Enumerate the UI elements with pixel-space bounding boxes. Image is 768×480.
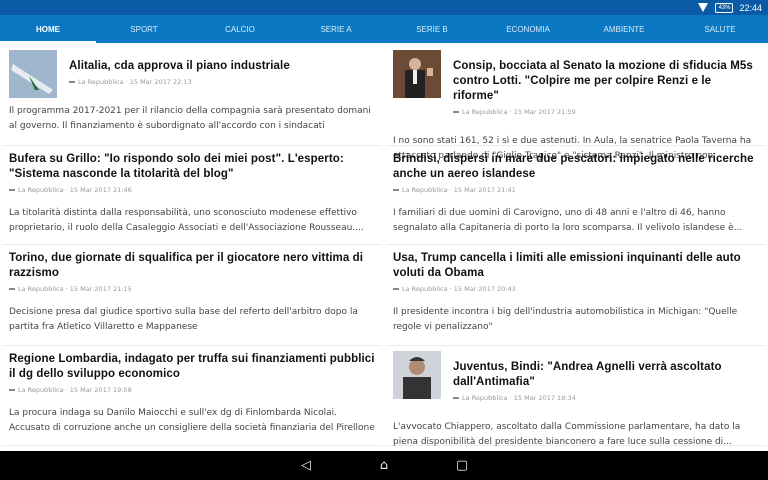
article-title[interactable]: Regione Lombardia, indagato per truffa s… bbox=[9, 352, 375, 382]
article-snippet: La procura indaga su Danilo Maiocchi e s… bbox=[9, 408, 375, 433]
category-tabs: HOME SPORT CALCIO SERIE A SERIE B ECONOMIA AMB… bbox=[0, 15, 768, 43]
article-source: La Repubblica · 15 Mar 2017 21:46 bbox=[18, 186, 132, 194]
article-title[interactable]: Brindisi, dispersi in mare due pescatori… bbox=[393, 152, 759, 182]
source-logo-icon bbox=[69, 81, 75, 83]
article-source: La Repubblica · 15 Mar 2017 20:43 bbox=[402, 285, 516, 293]
article-snippet: Il presidente incontra i big dell'indust… bbox=[393, 307, 738, 332]
source-logo-icon bbox=[453, 111, 459, 113]
status-bar: 43% 22:44 bbox=[0, 0, 768, 15]
article-snippet: L'avvocato Chiappero, ascoltato dalla Co… bbox=[393, 422, 741, 447]
source-logo-icon bbox=[9, 389, 15, 391]
article-source: La Repubblica · 15 Mar 2017 19:58 bbox=[18, 386, 132, 394]
article-card[interactable]: Consip, bocciata al Senato la mozione di… bbox=[386, 45, 766, 161]
battery-icon: 43% bbox=[715, 2, 734, 13]
article-snippet: Il programma 2017-2021 per il rilancio d… bbox=[9, 106, 371, 131]
tab-salute[interactable]: SALUTE bbox=[672, 15, 768, 43]
article-title[interactable]: Juventus, Bindi: "Andrea Agnelli verrà a… bbox=[453, 360, 759, 390]
source-logo-icon bbox=[453, 397, 459, 399]
tab-home[interactable]: HOME bbox=[0, 15, 96, 43]
recents-button[interactable]: ▢ bbox=[452, 458, 472, 473]
article-title[interactable]: Usa, Trump cancella i limiti alle emissi… bbox=[393, 251, 759, 281]
source-logo-icon bbox=[9, 288, 15, 290]
navigation-bar: ◁ ⌂ ▢ bbox=[0, 451, 768, 480]
article-card[interactable]: Usa, Trump cancella i limiti alle emissi… bbox=[386, 245, 766, 346]
source-logo-icon bbox=[9, 189, 15, 191]
source-logo-icon bbox=[393, 288, 399, 290]
article-snippet: I familiari di due uomini di Carovigno, … bbox=[393, 208, 743, 233]
article-title[interactable]: Torino, due giornate di squalifica per i… bbox=[9, 251, 375, 281]
article-card[interactable]: Alitalia, cda approva il piano industria… bbox=[2, 45, 382, 146]
clock: 22:44 bbox=[739, 2, 762, 13]
article-grid: Alitalia, cda approva il piano industria… bbox=[0, 43, 768, 451]
article-thumbnail bbox=[393, 50, 441, 98]
article-card[interactable]: Torino, due giornate di squalifica per i… bbox=[2, 245, 382, 346]
article-thumbnail bbox=[9, 50, 57, 98]
tab-ambiente[interactable]: AMBIENTE bbox=[576, 15, 672, 43]
tab-serie-a[interactable]: SERIE A bbox=[288, 15, 384, 43]
source-logo-icon bbox=[393, 189, 399, 191]
article-snippet: Decisione presa dal giudice sportivo sul… bbox=[9, 307, 358, 332]
article-card[interactable]: Juventus, Bindi: "Andrea Agnelli verrà a… bbox=[386, 346, 766, 447]
tab-calcio[interactable]: CALCIO bbox=[192, 15, 288, 43]
article-card[interactable]: Regione Lombardia, indagato per truffa s… bbox=[2, 346, 382, 446]
tab-sport[interactable]: SPORT bbox=[96, 15, 192, 43]
home-button[interactable]: ⌂ bbox=[374, 458, 394, 473]
article-snippet: La titolarità distinta dalla responsabil… bbox=[9, 208, 364, 233]
article-thumbnail bbox=[393, 351, 441, 399]
article-source: La Repubblica · 15 Mar 2017 19:34 bbox=[462, 394, 576, 402]
article-card[interactable]: Bufera su Grillo: "Io rispondo solo dei … bbox=[2, 146, 382, 245]
article-source: La Repubblica · 15 Mar 2017 21:15 bbox=[18, 285, 132, 293]
article-title[interactable]: Consip, bocciata al Senato la mozione di… bbox=[453, 59, 759, 104]
wifi-icon bbox=[698, 3, 709, 12]
article-card[interactable]: Brindisi, dispersi in mare due pescatori… bbox=[386, 146, 766, 245]
tab-serie-b[interactable]: SERIE B bbox=[384, 15, 480, 43]
tab-economia[interactable]: ECONOMIA bbox=[480, 15, 576, 43]
article-source: La Repubblica · 15 Mar 2017 21:41 bbox=[402, 186, 516, 194]
back-button[interactable]: ◁ bbox=[296, 458, 316, 473]
article-title[interactable]: Bufera su Grillo: "Io rispondo solo dei … bbox=[9, 152, 375, 182]
article-source: La Repubblica · 15 Mar 2017 22:13 bbox=[78, 78, 192, 86]
article-title[interactable]: Alitalia, cda approva il piano industria… bbox=[69, 59, 375, 74]
article-source: La Repubblica · 15 Mar 2017 21:59 bbox=[462, 108, 576, 116]
